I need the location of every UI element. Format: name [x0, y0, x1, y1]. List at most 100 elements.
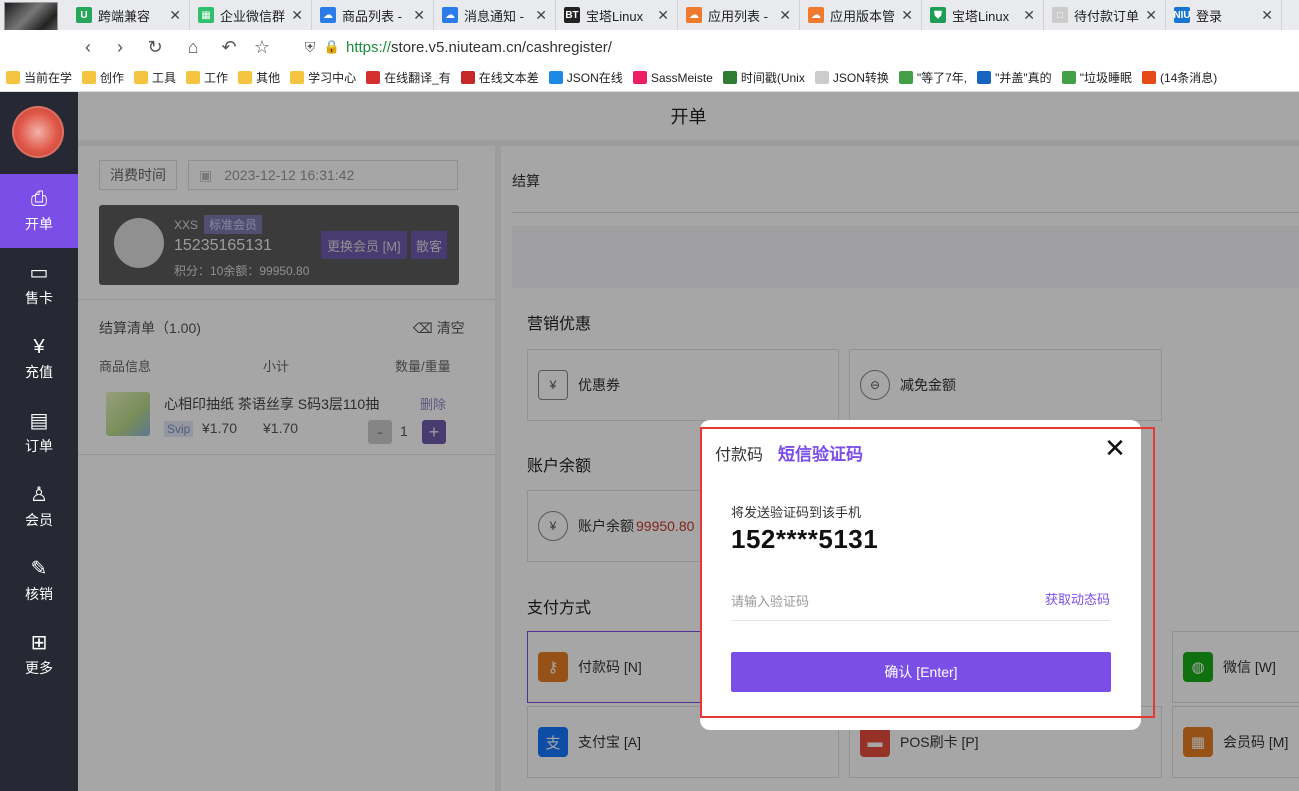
tab-title: 跨端兼容 — [98, 8, 151, 24]
tab-title: 消息通知 - — [464, 8, 524, 24]
reload-icon[interactable]: ↻ — [143, 35, 167, 59]
tab-title: 应用版本管 — [830, 8, 896, 24]
get-code-link[interactable]: 获取动态码 — [1045, 589, 1110, 608]
home-icon[interactable]: ⌂ — [181, 35, 205, 59]
bookmark-item[interactable]: 其他 — [238, 69, 280, 86]
bookmark-item[interactable]: 学习中心 — [290, 69, 356, 86]
browser-tab[interactable]: BT 宝塔Linux ✕ — [556, 0, 678, 30]
sms-verify-modal: 付款码 短信验证码 ✕ 将发送验证码到该手机 152****5131 获取动态码… — [700, 420, 1141, 730]
tab-favicon-icon: NIU — [1173, 7, 1191, 23]
tab-close-icon[interactable]: ✕ — [657, 7, 669, 24]
tab-favicon-icon: □ — [1052, 7, 1068, 23]
confirm-button[interactable]: 确认 [Enter] — [731, 652, 1111, 692]
store-logo[interactable] — [12, 106, 64, 158]
bookmark-favicon-icon — [366, 71, 381, 84]
bookmark-item[interactable]: 工作 — [186, 69, 228, 86]
sidebar-item-label: 充值 — [25, 363, 53, 380]
url-field[interactable]: https://store.v5.niuteam.cn/cashregister… — [346, 36, 612, 58]
tab-favicon-icon: ☁ — [320, 7, 336, 23]
tab-close-icon[interactable]: ✕ — [779, 7, 791, 24]
app-sidebar: ⎙ 开单 ▭ 售卡 ¥ 充值 ▤ 订单 ♙ 会员 ✎ 核销 ⊞ 更多 — [0, 92, 78, 791]
sidebar-item[interactable]: ⎙ 开单 — [0, 174, 78, 248]
bookmark-favicon-icon — [722, 71, 737, 84]
tab-close-icon[interactable]: ✕ — [1261, 7, 1273, 24]
back-icon[interactable]: ‹ — [76, 35, 100, 59]
bookmark-item[interactable]: 创作 — [82, 69, 124, 86]
bookmark-item[interactable]: JSON转换 — [814, 69, 889, 86]
browser-tab[interactable]: ☁ 消息通知 - ✕ — [434, 0, 556, 30]
tab-paycode[interactable]: 付款码 — [715, 441, 763, 465]
tab-close-icon[interactable]: ✕ — [291, 7, 303, 24]
browser-tab[interactable]: U 跨端兼容 ✕ — [68, 0, 190, 30]
sidebar-item[interactable]: ¥ 充值 — [0, 322, 78, 396]
tab-close-icon[interactable]: ✕ — [1023, 7, 1035, 24]
star-icon[interactable]: ☆ — [250, 35, 274, 59]
tab-favicon-icon: ☁ — [808, 7, 824, 23]
bookmark-item[interactable]: "并盖"真的 — [977, 69, 1052, 86]
bookmark-label: JSON在线 — [566, 71, 623, 85]
folder-icon — [134, 71, 149, 84]
forward-icon[interactable]: › — [108, 35, 132, 59]
bookmark-item[interactable]: "垃圾睡眠 — [1061, 69, 1132, 86]
browser-tab[interactable]: ☁ 商品列表 - ✕ — [312, 0, 434, 30]
tab-close-icon[interactable]: ✕ — [169, 7, 181, 24]
undo-icon[interactable]: ↶ — [217, 35, 241, 59]
bookmark-item[interactable]: (14条消息) — [1141, 69, 1218, 86]
tab-favicon-icon: BT — [564, 7, 580, 23]
sidebar-item-label: 更多 — [25, 659, 53, 676]
tab-close-icon[interactable]: ✕ — [413, 7, 425, 24]
bookmark-favicon-icon — [977, 71, 992, 84]
bookmark-item[interactable]: 时间戳(Unix — [722, 69, 805, 86]
bookmark-label: 在线翻译_有 — [384, 71, 451, 85]
bookmark-item[interactable]: SassMeiste — [632, 70, 713, 85]
bookmark-item[interactable]: "等了7年, — [898, 69, 967, 86]
tab-close-icon[interactable]: ✕ — [901, 7, 913, 24]
sidebar-item-label: 开单 — [25, 215, 53, 232]
tab-close-icon[interactable]: ✕ — [1145, 7, 1157, 24]
bookmark-label: "垃圾睡眠 — [1079, 71, 1132, 85]
close-icon[interactable]: ✕ — [1103, 435, 1127, 461]
sidebar-item[interactable]: ▤ 订单 — [0, 396, 78, 470]
shield-icon[interactable]: ⛨ — [298, 35, 322, 59]
lock-icon: 🔒 — [323, 39, 341, 54]
browser-tab[interactable]: □ 待付款订单 ✕ — [1044, 0, 1166, 30]
bookmark-item[interactable]: 在线翻译_有 — [366, 69, 451, 86]
bookmark-item[interactable]: JSON在线 — [548, 69, 623, 86]
bookmark-favicon-icon — [632, 71, 647, 84]
browser-tab[interactable]: ☁ 应用列表 - ✕ — [678, 0, 800, 30]
browser-tab[interactable]: ☁ 应用版本管 ✕ — [800, 0, 922, 30]
sidebar-item-label: 售卡 — [25, 289, 53, 306]
tab-sms-code[interactable]: 短信验证码 — [778, 440, 863, 465]
sidebar-item[interactable]: ⊞ 更多 — [0, 618, 78, 692]
tab-title: 应用列表 - — [708, 8, 768, 24]
yuan-icon: ¥ — [33, 335, 45, 358]
tab-favicon-icon: ☁ — [442, 7, 458, 23]
tab-close-icon[interactable]: ✕ — [535, 7, 547, 24]
browser-tab[interactable]: ⛊ 宝塔Linux ✕ — [922, 0, 1044, 30]
bookmark-label: SassMeiste — [650, 70, 713, 85]
bookmark-item[interactable]: 在线文本差 — [460, 69, 539, 86]
bookmark-label: (14条消息) — [1159, 71, 1218, 85]
folder-icon — [238, 71, 253, 84]
browser-tab[interactable]: NIU 登录 ✕ — [1166, 0, 1282, 30]
sidebar-item[interactable]: ♙ 会员 — [0, 470, 78, 544]
sidebar-item[interactable]: ▭ 售卡 — [0, 248, 78, 322]
card-icon: ▭ — [29, 261, 49, 284]
tab-title: 登录 — [1196, 8, 1223, 24]
bookmark-item[interactable]: 当前在学 — [6, 69, 72, 86]
bookmark-favicon-icon — [548, 71, 563, 84]
verify-icon: ✎ — [30, 557, 48, 580]
tab-favicon-icon: ⛊ — [930, 7, 946, 23]
masked-phone: 152****5131 — [731, 524, 879, 554]
member-icon: ♙ — [30, 483, 48, 506]
bookmark-label: 其他 — [256, 71, 281, 85]
sidebar-item[interactable]: ✎ 核销 — [0, 544, 78, 618]
bookmark-label: 学习中心 — [308, 71, 357, 85]
send-hint: 将发送验证码到该手机 — [731, 505, 862, 520]
tab-title: 待付款订单 — [1074, 8, 1140, 24]
bookmark-item[interactable]: 工具 — [134, 69, 176, 86]
browser-tab[interactable]: ▦ 企业微信群 ✕ — [190, 0, 312, 30]
tab-title: 商品列表 - — [342, 8, 402, 24]
bookmark-label: 创作 — [100, 71, 125, 85]
folder-icon — [290, 71, 305, 84]
